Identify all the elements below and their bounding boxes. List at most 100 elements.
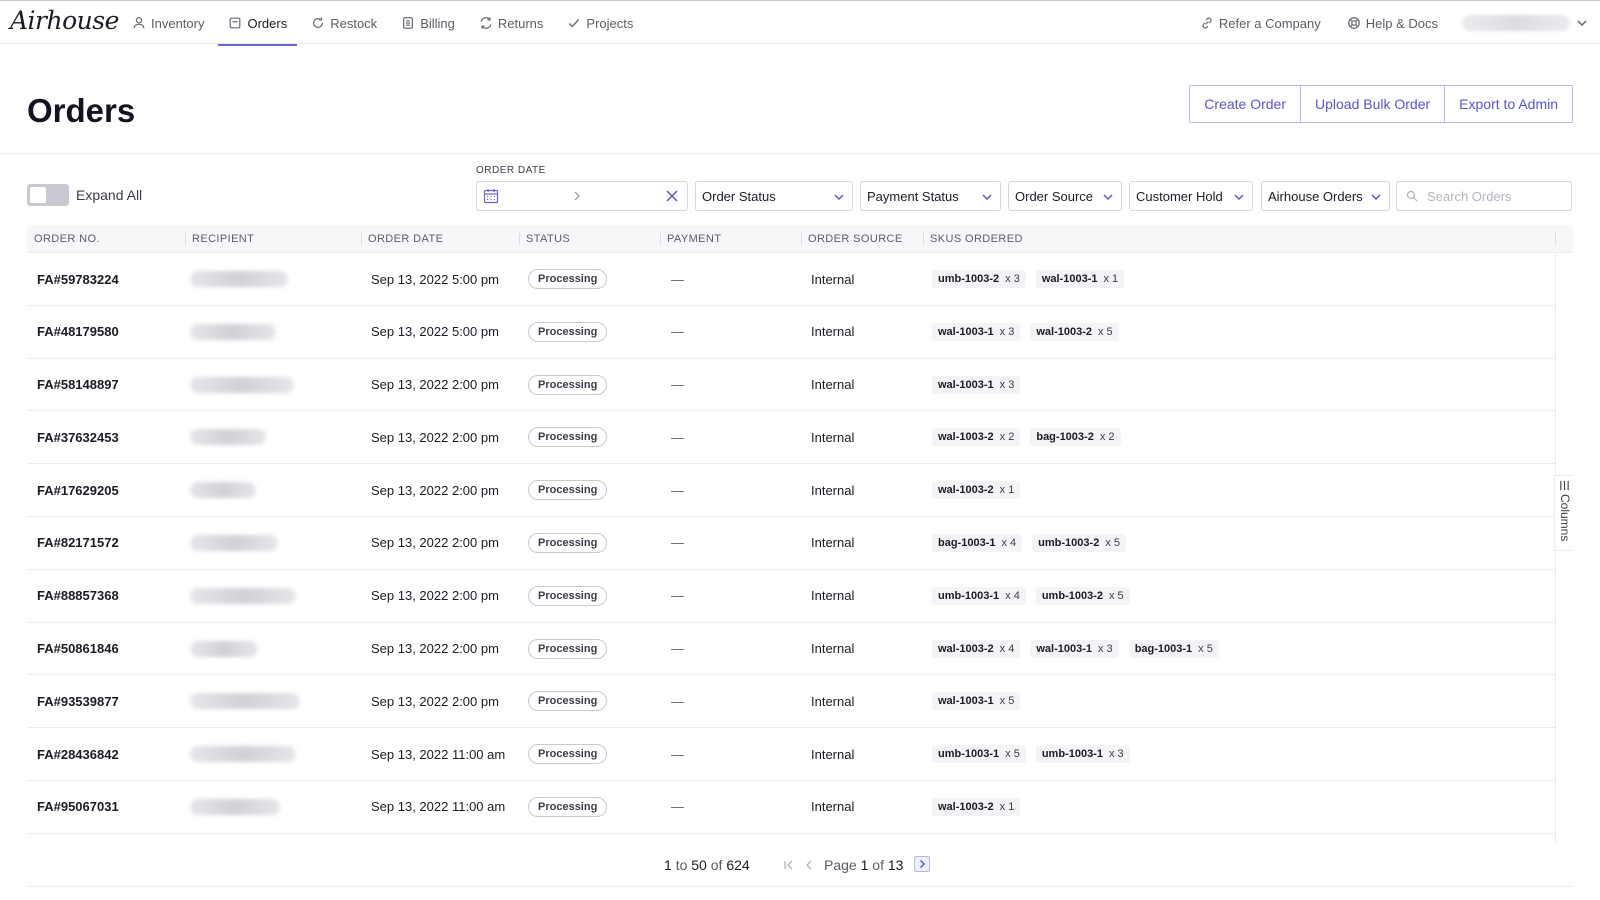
table-row[interactable]: FA#28436842 Sep 13, 2022 11:00 am Processi…: [27, 728, 1555, 781]
skus-cell: wal-1003-1 x 3: [932, 359, 1030, 411]
nav-item-projects[interactable]: Projects: [557, 1, 643, 45]
table-row[interactable]: FA#59783224 Sep 13, 2022 5:00 pm Processin…: [27, 253, 1555, 306]
chevron-down-icon: [982, 194, 992, 201]
table-row[interactable]: FA#58148897 Sep 13, 2022 2:00 pm Processin…: [27, 359, 1555, 412]
order-number[interactable]: FA#93539877: [37, 675, 119, 727]
payment-value: —: [671, 746, 684, 762]
calendar-icon[interactable]: [483, 188, 499, 204]
nav-label: Inventory: [151, 15, 205, 31]
table-row[interactable]: FA#88857368 Sep 13, 2022 2:00 pm Processin…: [27, 570, 1555, 623]
order-number[interactable]: FA#82171572: [37, 517, 119, 569]
column-header-order-no[interactable]: ORDER NO.: [27, 225, 100, 253]
order-date: Sep 13, 2022 2:00 pm: [371, 588, 499, 604]
customer-hold-select[interactable]: Customer Hold: [1129, 181, 1253, 211]
sku-code: wal-1003-1: [1041, 273, 1098, 285]
order-number[interactable]: FA#48179580: [37, 306, 119, 358]
sku-chip: wal-1003-2 x 1: [932, 481, 1021, 500]
table-row[interactable]: FA#17629205 Sep 13, 2022 2:00 pm Processin…: [27, 464, 1555, 517]
account-menu[interactable]: [1462, 15, 1570, 31]
order-number[interactable]: FA#58148897: [37, 359, 119, 411]
recipient-name-redacted: [190, 798, 280, 815]
order-number[interactable]: FA#17629205: [37, 464, 119, 516]
sku-quantity: x 4: [999, 642, 1015, 655]
top-nav-bar: Airhouse Inventory Orders Restock Billin…: [0, 0, 1600, 46]
recipient-name-redacted: [190, 693, 300, 710]
recipient-name-redacted: [190, 323, 276, 340]
brand-logo[interactable]: Airhouse: [10, 6, 119, 35]
skus-cell: bag-1003-1 x 4 umb-1003-2 x 5: [932, 517, 1136, 569]
sku-quantity: x 5: [999, 695, 1015, 708]
status-badge: Processing: [528, 374, 608, 395]
search-input[interactable]: [1427, 187, 1567, 205]
sku-chip: wal-1003-2 x 4: [932, 639, 1021, 658]
status-cell: Processing: [528, 728, 608, 780]
column-header-recipient[interactable]: RECIPIENT: [185, 225, 254, 253]
refer-company-link[interactable]: Refer a Company: [1190, 1, 1331, 45]
table-row[interactable]: FA#37632453 Sep 13, 2022 2:00 pm Processin…: [27, 411, 1555, 465]
sku-quantity: x 1: [999, 484, 1015, 497]
nav-item-billing[interactable]: Billing: [391, 1, 465, 45]
nav-item-inventory[interactable]: Inventory: [122, 1, 214, 45]
table-row[interactable]: FA#95067031 Sep 13, 2022 11:00 am Processi…: [27, 781, 1555, 834]
order-source-value: Internal: [811, 429, 855, 445]
order-number[interactable]: FA#28436842: [37, 728, 119, 780]
next-page-button[interactable]: [914, 856, 930, 872]
table-row[interactable]: FA#93539877 Sep 13, 2022 2:00 pm Processin…: [27, 675, 1555, 729]
order-date: Sep 13, 2022 2:00 pm: [371, 377, 499, 393]
order-status-select[interactable]: Order Status: [695, 181, 853, 211]
table-row[interactable]: FA#48179580 Sep 13, 2022 5:00 pm Processin…: [27, 306, 1555, 359]
sku-code: umb-1003-1: [938, 748, 1000, 761]
columns-tool-tab[interactable]: Columns: [1554, 475, 1573, 551]
status-cell: Processing: [528, 781, 608, 833]
order-number[interactable]: FA#50861846: [37, 623, 119, 675]
payment-status-select[interactable]: Payment Status: [860, 181, 1001, 211]
order-date: Sep 13, 2022 2:00 pm: [371, 482, 499, 498]
nav-item-orders[interactable]: Orders: [218, 1, 297, 46]
order-source-select[interactable]: Order Source: [1008, 181, 1122, 211]
recipient-name-redacted: [190, 587, 296, 604]
first-page-icon[interactable]: [782, 858, 796, 872]
order-number[interactable]: FA#95067031: [37, 781, 119, 833]
expand-all-toggle[interactable]: [27, 184, 69, 206]
sku-code: umb-1003-2: [938, 273, 1000, 285]
help-docs-link[interactable]: Help & Docs: [1337, 1, 1448, 45]
search-orders-field[interactable]: [1396, 181, 1572, 211]
chevron-down-icon: [1103, 194, 1113, 201]
column-header-order-source[interactable]: ORDER SOURCE: [801, 225, 903, 253]
export-to-admin-button[interactable]: Export to Admin: [1445, 86, 1572, 122]
order-source-value: Internal: [811, 746, 855, 762]
status-badge: Processing: [528, 585, 608, 606]
nav-item-restock[interactable]: Restock: [301, 1, 387, 45]
upload-bulk-order-button[interactable]: Upload Bulk Order: [1301, 86, 1446, 122]
previous-page-icon[interactable]: [802, 858, 816, 872]
create-order-button[interactable]: Create Order: [1190, 86, 1301, 122]
order-number[interactable]: FA#59783224: [37, 253, 119, 305]
order-date-range-picker[interactable]: [476, 181, 688, 211]
order-number[interactable]: FA#88857368: [37, 570, 119, 622]
nav-label: Help & Docs: [1365, 15, 1438, 31]
column-header-skus-ordered[interactable]: SKUS ORDERED: [923, 225, 1023, 253]
chevron-down-icon: [834, 194, 844, 201]
nav-item-returns[interactable]: Returns: [469, 1, 554, 45]
column-header-payment[interactable]: PAYMENT: [660, 225, 721, 253]
sku-chip: wal-1003-1 x 1: [1035, 270, 1125, 288]
order-date: Sep 13, 2022 2:00 pm: [371, 641, 499, 657]
range-end: 50: [691, 857, 707, 873]
sku-quantity: x 2: [999, 431, 1015, 444]
chevron-down-icon[interactable]: [1576, 17, 1588, 29]
column-header-status[interactable]: STATUS: [519, 225, 570, 253]
close-icon[interactable]: [665, 189, 679, 203]
order-number[interactable]: FA#37632453: [37, 411, 119, 463]
current-page: 1: [860, 857, 869, 873]
airhouse-orders-select[interactable]: Airhouse Orders: [1261, 181, 1390, 211]
column-header-order-date[interactable]: ORDER DATE: [361, 225, 443, 253]
table-row[interactable]: FA#82171572 Sep 13, 2022 2:00 pm Processin…: [27, 517, 1555, 570]
payment-value: —: [671, 588, 684, 604]
recipient-cell: [190, 464, 256, 516]
table-row[interactable]: FA#50861846 Sep 13, 2022 2:00 pm Processin…: [27, 623, 1555, 676]
skus-cell: wal-1003-1 x 5: [932, 675, 1030, 727]
order-date: Sep 13, 2022 11:00 am: [371, 799, 506, 815]
page-of-word: of: [872, 857, 884, 873]
recipient-name-redacted: [190, 376, 294, 393]
order-source-value: Internal: [811, 377, 855, 393]
